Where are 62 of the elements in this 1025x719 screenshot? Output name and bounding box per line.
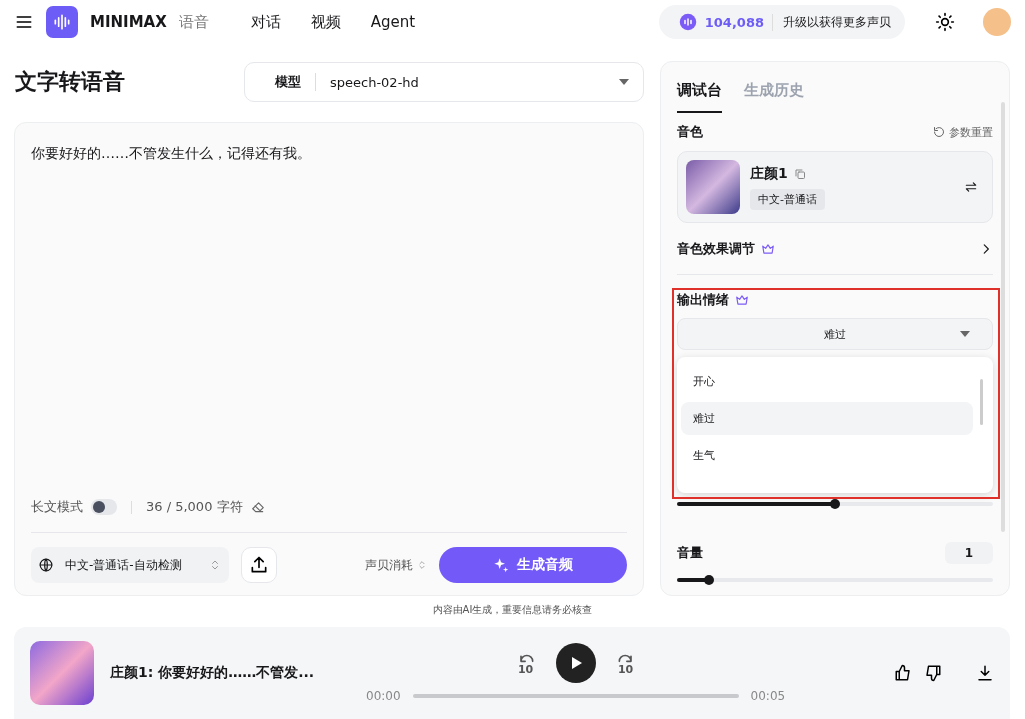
skip-back-button[interactable]: 10: [515, 651, 536, 675]
eraser-button[interactable]: [250, 500, 265, 514]
track-title: 庄颜1: 你要好好的……不管发...: [110, 664, 316, 682]
download-button[interactable]: [976, 664, 994, 682]
dropdown-option[interactable]: 开心: [681, 365, 973, 398]
voice-card[interactable]: 庄颜1 中文-普通话: [677, 151, 993, 224]
thumbs-down-button[interactable]: [924, 664, 942, 682]
text-input[interactable]: 你要好好的……不管发生什么，记得还有我。: [31, 145, 627, 498]
volume-label: 音量: [677, 543, 703, 562]
panel-tab[interactable]: 调试台: [677, 72, 722, 114]
brand-name: MINIMAX: [90, 13, 167, 31]
character-count: 36 / 5,000 字符: [146, 498, 243, 516]
product-name: 语音: [178, 12, 209, 32]
emotion-select[interactable]: 难过: [677, 318, 993, 351]
volume-thumb[interactable]: [703, 575, 714, 586]
effects-row[interactable]: 音色效果调节: [677, 223, 993, 276]
progress-track[interactable]: [412, 694, 739, 698]
volume-value-field[interactable]: 1: [945, 541, 993, 564]
slider-thumb[interactable]: [830, 498, 840, 509]
thumbs-up-button[interactable]: [894, 664, 912, 682]
reset-link[interactable]: 参数重置: [933, 124, 993, 140]
sort-icon: [417, 559, 427, 571]
dropdown-option[interactable]: 生气: [681, 439, 973, 472]
sort-icon: [209, 559, 221, 571]
long-mode-label: 长文模式: [31, 498, 83, 516]
model-select[interactable]: 模型 speech-02-hd: [244, 62, 644, 102]
long-mode-toggle[interactable]: [91, 499, 117, 515]
upload-button[interactable]: [241, 547, 277, 583]
nav-link[interactable]: 对话: [250, 12, 281, 32]
globe-icon: [39, 558, 53, 572]
voice-tag: 中文-普通话: [750, 188, 825, 210]
theme-toggle-button[interactable]: [935, 12, 955, 32]
credits-amount: 104,088: [704, 14, 764, 30]
disclaimer-text: 内容由AI生成，重要信息请务必核查: [432, 604, 593, 615]
current-time: 00:00: [366, 689, 401, 703]
cover-art-placeholder: [30, 641, 94, 705]
nav-link[interactable]: Agent: [370, 13, 416, 31]
copy-icon: [793, 167, 806, 180]
language-select[interactable]: 中文-普通话-自动检测: [31, 547, 229, 583]
dropdown-option[interactable]: 难过: [681, 402, 973, 435]
sparkle-icon: [493, 557, 509, 573]
caret-icon: [619, 79, 629, 85]
waveform-icon: [678, 13, 697, 31]
cost-select[interactable]: 声贝消耗: [365, 556, 427, 574]
play-button[interactable]: [555, 643, 596, 683]
upgrade-link[interactable]: 升级以获得更多声贝: [772, 13, 891, 31]
generate-button[interactable]: 生成音频: [439, 547, 627, 583]
crown-icon: [761, 241, 775, 256]
reset-icon: [933, 126, 945, 139]
swap-icon[interactable]: [964, 180, 978, 195]
voice-name: 庄颜1: [750, 164, 788, 183]
total-time: 00:05: [750, 689, 786, 703]
waveform-logo-icon: [46, 6, 78, 38]
skip-forward-button[interactable]: 10: [615, 651, 636, 675]
emotion-label: 输出情绪: [677, 291, 729, 310]
crown-icon: [735, 293, 749, 308]
caret-icon: [960, 331, 970, 338]
nav-link[interactable]: 视频: [310, 12, 341, 32]
upload-icon: [249, 555, 269, 575]
voice-label: 音色: [677, 123, 703, 142]
artwork-placeholder: [686, 160, 740, 215]
page-title: 文字转语音: [15, 68, 125, 96]
